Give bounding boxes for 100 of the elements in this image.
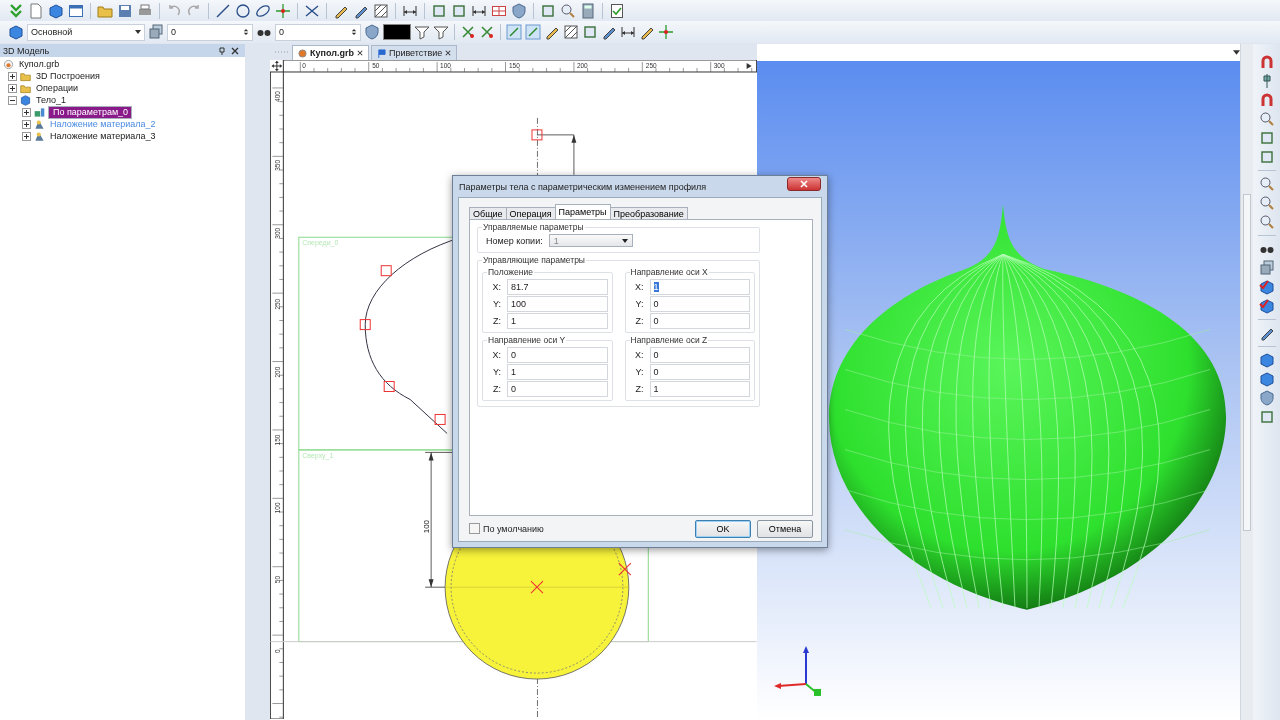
frame-icon[interactable] xyxy=(431,2,447,19)
double-chevron-icon[interactable] xyxy=(8,2,24,19)
group-field[interactable]: 0 xyxy=(275,23,361,41)
filter-icon[interactable] xyxy=(414,24,430,40)
style-dropdown[interactable]: Основной xyxy=(27,23,145,41)
tree-item[interactable]: Наложение материала_2 xyxy=(48,119,158,129)
shield-icon[interactable] xyxy=(511,2,527,19)
save-icon[interactable] xyxy=(117,2,133,19)
dimension-icon[interactable] xyxy=(620,24,636,40)
cube-icon[interactable] xyxy=(8,24,24,40)
hatch-icon[interactable] xyxy=(373,2,389,19)
control-point[interactable] xyxy=(359,319,371,331)
calculator-icon[interactable] xyxy=(580,2,596,19)
expand-icon[interactable] xyxy=(8,83,17,93)
close-icon[interactable] xyxy=(231,46,239,55)
spinner-icon[interactable] xyxy=(351,29,357,35)
coordinate-field[interactable]: 0 xyxy=(507,380,608,397)
dropdown-icon[interactable] xyxy=(1233,50,1240,55)
coordinate-field[interactable]: 1 xyxy=(507,363,608,380)
layer-field[interactable]: 0 xyxy=(167,23,253,41)
group-title: Управляемые параметры xyxy=(482,222,585,232)
coordinate-field[interactable]: 1 xyxy=(507,312,608,329)
magnifier-icon[interactable] xyxy=(1258,195,1275,211)
tree-item[interactable]: Наложение материала_3 xyxy=(48,131,158,141)
expand-icon[interactable] xyxy=(8,71,17,81)
point-icon[interactable] xyxy=(275,2,291,19)
field-label: Y: xyxy=(634,366,644,377)
window-icon[interactable] xyxy=(68,2,84,19)
dialog-tab[interactable]: Общие xyxy=(469,207,507,219)
pin-icon[interactable] xyxy=(218,46,226,55)
color-picker[interactable] xyxy=(383,24,411,40)
tree-item[interactable]: По параметрам_0 xyxy=(48,105,132,119)
document-tab[interactable]: Купол.grb xyxy=(292,45,369,60)
tree-item[interactable]: Купол.grb xyxy=(17,59,62,69)
circle-icon[interactable] xyxy=(235,2,251,19)
close-icon[interactable] xyxy=(356,50,363,56)
dialog-button[interactable]: OK xyxy=(695,519,751,538)
coordinate-field[interactable]: 0 xyxy=(507,346,608,363)
ellipse-icon[interactable] xyxy=(255,2,271,19)
filter-icon[interactable] xyxy=(433,24,449,40)
expand-icon[interactable] xyxy=(22,107,31,117)
collapse-icon[interactable] xyxy=(8,95,17,105)
frame-icon[interactable] xyxy=(1258,409,1275,425)
checklist-icon[interactable] xyxy=(609,2,625,19)
line-icon[interactable] xyxy=(215,2,231,19)
tree-item[interactable]: 3D Построения xyxy=(34,71,102,81)
coordinate-field[interactable]: 100 xyxy=(507,295,608,312)
layers-icon[interactable] xyxy=(1258,260,1275,276)
hatch-icon[interactable] xyxy=(563,24,579,40)
dialog-tab[interactable]: Параметры xyxy=(554,204,611,219)
dialog-tab[interactable]: Операция xyxy=(505,207,556,219)
close-button[interactable] xyxy=(787,176,821,191)
frame-icon[interactable] xyxy=(1258,149,1275,165)
coordinate-field[interactable]: 0 xyxy=(649,312,750,329)
snap-icon[interactable] xyxy=(506,24,522,40)
tool-icon[interactable] xyxy=(479,24,495,40)
magnifier-icon[interactable] xyxy=(1258,176,1275,192)
grip-icon[interactable] xyxy=(274,50,290,54)
coordinate-field[interactable]: 0 xyxy=(649,363,750,380)
document-tab[interactable]: Приветствие xyxy=(370,45,458,60)
cube-icon[interactable] xyxy=(1258,371,1275,387)
document-icon xyxy=(298,48,307,58)
move-icon[interactable] xyxy=(271,60,283,72)
shield-icon[interactable] xyxy=(364,24,380,40)
dialog-tab[interactable]: Преобразование xyxy=(609,207,688,219)
scrollbar[interactable] xyxy=(1240,44,1253,720)
check-cube-icon[interactable] xyxy=(1258,298,1275,314)
magnifier-icon[interactable] xyxy=(1258,111,1275,127)
close-icon[interactable] xyxy=(445,50,452,56)
control-point[interactable] xyxy=(531,129,543,141)
magnifier-icon[interactable] xyxy=(1258,214,1275,230)
cube-icon[interactable] xyxy=(48,2,64,19)
control-point[interactable] xyxy=(383,381,395,392)
coordinate-field[interactable]: 0 xyxy=(649,295,750,312)
control-point[interactable] xyxy=(434,413,446,425)
frame-icon[interactable] xyxy=(1258,130,1275,146)
trim-icon[interactable] xyxy=(304,2,320,19)
spinner-icon[interactable] xyxy=(243,29,249,35)
layers-icon[interactable] xyxy=(148,24,164,40)
shield-icon[interactable] xyxy=(1258,390,1275,406)
point-icon[interactable] xyxy=(658,24,674,40)
dialog-button[interactable]: Отмена xyxy=(757,519,813,538)
flag-icon xyxy=(376,48,386,58)
field-label: Z: xyxy=(492,383,501,394)
expand-icon[interactable] xyxy=(22,119,31,129)
tree-item[interactable]: Тело_1 xyxy=(34,95,69,105)
check-cube-icon[interactable] xyxy=(1258,279,1275,295)
tree-item[interactable]: Операции xyxy=(34,83,81,93)
control-point[interactable] xyxy=(380,265,392,277)
coordinate-field[interactable]: 1 xyxy=(649,278,750,295)
frame-icon[interactable] xyxy=(540,2,556,19)
coordinate-field[interactable]: 0 xyxy=(649,346,750,363)
default-checkbox[interactable]: По умолчанию xyxy=(469,523,544,534)
magnifier-icon[interactable] xyxy=(560,2,576,19)
coordinate-field[interactable]: 81.7 xyxy=(507,278,608,295)
coordinate-field[interactable]: 1 xyxy=(649,380,750,397)
tool-icon[interactable] xyxy=(460,24,476,40)
group-title: Направление оси Y xyxy=(487,335,567,345)
expand-icon[interactable] xyxy=(22,131,31,141)
cube-icon[interactable] xyxy=(1258,352,1275,368)
